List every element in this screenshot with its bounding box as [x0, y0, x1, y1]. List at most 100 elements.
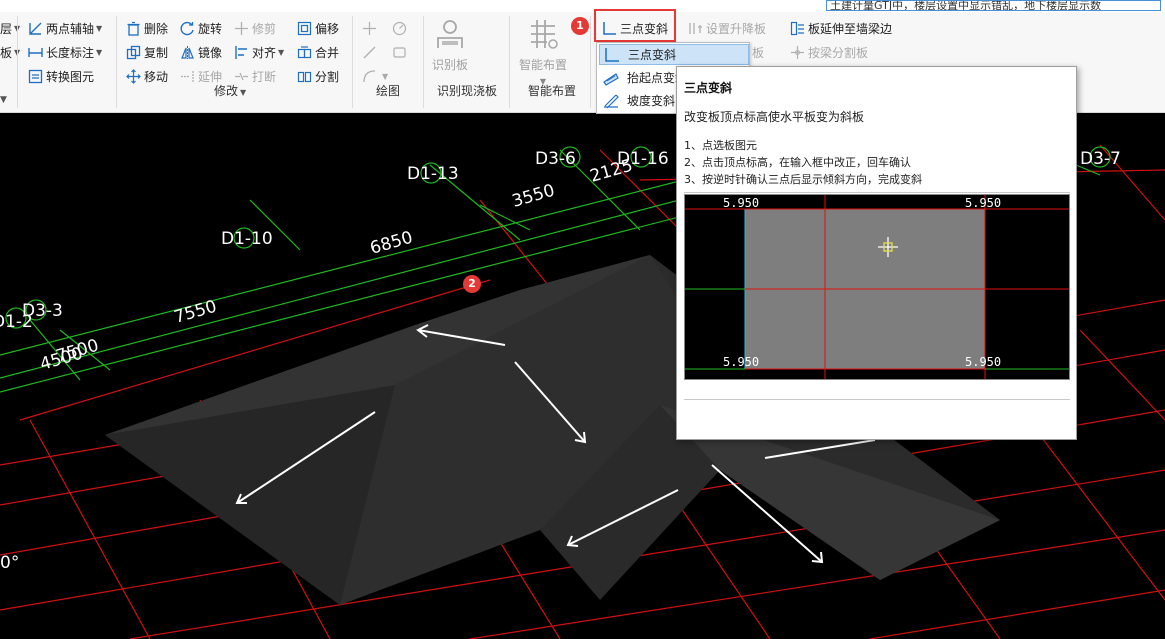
- tooltip-divider: [684, 192, 1070, 193]
- convert-element-button[interactable]: 转换图元: [28, 66, 94, 86]
- axis-label: D1-2: [0, 312, 33, 332]
- set-lift-board-button[interactable]: 设置升降板: [688, 18, 766, 38]
- partial-caret[interactable]: ▼: [0, 90, 7, 110]
- length-dim-label: 长度标注: [46, 45, 95, 60]
- length-dim-button[interactable]: 长度标注 ▼: [28, 42, 102, 62]
- draw-group-label: 绘图: [376, 84, 401, 98]
- angle-label: 0°: [0, 553, 19, 573]
- set-lift-board-label: 设置升降板: [706, 21, 767, 36]
- align-button[interactable]: 对齐 ▼: [234, 42, 284, 62]
- dropdown-item-label: 三点变斜: [628, 48, 677, 62]
- axis-icon: [28, 21, 43, 36]
- trim-icon: [234, 21, 249, 36]
- arc-icon: [362, 69, 377, 84]
- lift-point-icon: [603, 70, 619, 86]
- offset-button[interactable]: 偏移: [297, 18, 339, 38]
- identify-board-label: 识别板: [431, 58, 468, 72]
- circle-icon: [392, 21, 407, 36]
- search-input[interactable]: 土建计量GTJ中，楼层设置中显示错乱，地下楼层显示数: [826, 0, 1161, 11]
- split-icon: [297, 69, 312, 84]
- split-by-beam-label: 按梁分割板: [808, 45, 869, 60]
- partial-board-2-label: 板: [752, 45, 765, 60]
- dim-label: 3550: [510, 181, 557, 212]
- copy-icon: [126, 45, 141, 60]
- rectangle-icon: [392, 45, 407, 60]
- break-label: 打断: [252, 69, 277, 84]
- mirror-icon: [180, 45, 195, 60]
- tooltip-step-2: 2、点击顶点标高，在输入框中改正，回车确认: [684, 156, 911, 169]
- move-icon: [126, 68, 141, 84]
- two-point-axis-label: 两点辅轴: [46, 21, 95, 36]
- dim-label: 2125: [588, 156, 635, 187]
- badge-2: 2: [463, 275, 481, 293]
- identify-board-button[interactable]: 识别板: [420, 18, 480, 73]
- highlight-box: [594, 9, 676, 42]
- draw-line-button[interactable]: [362, 42, 380, 62]
- convert-element-label: 转换图元: [46, 69, 95, 84]
- tooltip-step-1: 1、点选板图元: [684, 139, 757, 152]
- merge-label: 合并: [315, 45, 340, 60]
- tooltip-title: 三点变斜: [684, 81, 733, 95]
- trash-icon: [126, 21, 141, 36]
- rotate-button[interactable]: 旋转: [180, 18, 222, 38]
- partial-board-2[interactable]: 板: [752, 42, 764, 62]
- dropdown-item-three-point-tilt[interactable]: 三点变斜: [599, 44, 749, 65]
- axis-label: D3-7: [1080, 149, 1121, 169]
- smart-layout-icon: [527, 18, 559, 50]
- split-button[interactable]: 分割: [297, 66, 339, 86]
- delete-label: 删除: [144, 21, 169, 36]
- extend-to-wall-button[interactable]: 板延伸至墙梁边: [790, 18, 892, 38]
- point-icon: [362, 21, 377, 36]
- smart-layout-button[interactable]: 智能布置 ▼: [513, 18, 573, 86]
- extend-icon: [180, 69, 195, 84]
- three-point-tilt-tooltip: 三点变斜 改变板顶点标高使水平板变为斜板 1、点选板图元 2、点击顶点标高，在输…: [676, 66, 1077, 440]
- delete-button[interactable]: 删除: [126, 18, 168, 38]
- dim-label: 7550: [172, 297, 219, 328]
- modify-group-label[interactable]: 修改 ▼: [214, 82, 246, 99]
- corner-elevation: 5.950: [723, 196, 760, 210]
- dim-label: 4500: [38, 344, 85, 375]
- merge-button[interactable]: 合并: [297, 42, 339, 62]
- preview-canvas: [685, 195, 1069, 379]
- move-label: 移动: [144, 69, 169, 84]
- tilt-icon: [604, 47, 620, 63]
- convert-icon: [28, 69, 43, 84]
- offset-label: 偏移: [315, 21, 340, 36]
- line-icon: [362, 45, 377, 60]
- copy-label: 复制: [144, 45, 169, 60]
- split-label: 分割: [315, 69, 340, 84]
- corner-elevation: 5.950: [723, 355, 760, 369]
- extend-wall-icon: [790, 21, 805, 36]
- corner-elevation: 5.950: [965, 355, 1002, 369]
- partial-item-2-label: 板: [0, 45, 13, 60]
- split-beam-icon: [790, 45, 805, 60]
- identify-group-label: 识别现浇板: [437, 84, 498, 98]
- split-by-beam-button[interactable]: 按梁分割板: [790, 42, 868, 62]
- copy-button[interactable]: 复制: [126, 42, 168, 62]
- rotate-label: 旋转: [198, 21, 223, 36]
- slope-icon: [603, 93, 619, 109]
- partial-item-1-label: 层: [0, 21, 13, 36]
- smart-group-label: 智能布置: [528, 84, 577, 98]
- offset-icon: [297, 21, 312, 36]
- trim-button[interactable]: 修剪: [234, 18, 276, 38]
- draw-point-button[interactable]: [362, 18, 380, 38]
- smart-layout-label: 智能布置: [518, 58, 567, 72]
- tooltip-divider: [684, 399, 1070, 400]
- align-label: 对齐: [252, 45, 277, 60]
- extend-to-wall-label: 板延伸至墙梁边: [808, 21, 893, 36]
- move-button[interactable]: 移动: [126, 66, 168, 86]
- align-icon: [234, 45, 249, 60]
- rotate-icon: [180, 21, 195, 36]
- merge-icon: [297, 45, 312, 60]
- dropdown-item-label: 坡度变斜: [627, 94, 676, 108]
- tooltip-preview-image: 5.950 5.950 5.950 5.950: [684, 194, 1070, 380]
- two-point-axis-button[interactable]: 两点辅轴 ▼: [28, 18, 102, 38]
- draw-circle-button[interactable]: [392, 18, 410, 38]
- dimension-icon: [28, 45, 43, 60]
- draw-rect-button[interactable]: [392, 42, 410, 62]
- axis-label: D3-6: [535, 149, 576, 169]
- badge-1: 1: [571, 17, 589, 35]
- identify-board-icon: [434, 18, 466, 50]
- mirror-button[interactable]: 镜像: [180, 42, 222, 62]
